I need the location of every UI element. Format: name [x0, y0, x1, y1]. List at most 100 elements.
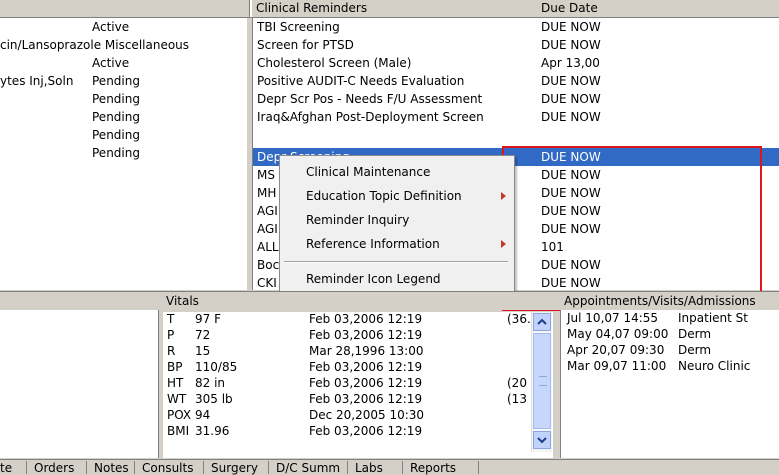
tab-orders[interactable]: Orders: [34, 462, 74, 474]
appointment-location: Derm: [678, 327, 712, 341]
reminder-row[interactable]: Depr Scr Pos - Needs F/U Assessment DUE …: [253, 90, 779, 108]
reminder-name: CKI: [257, 276, 277, 290]
menu-item-reminder-inquiry[interactable]: Reminder Inquiry: [280, 208, 514, 232]
reminder-row[interactable]: Positive AUDIT-C Needs Evaluation DUE NO…: [253, 72, 779, 90]
tab-divider: [203, 461, 204, 474]
medications-pane[interactable]: Active cin/Lansoprazole Miscellaneous Ac…: [0, 18, 247, 290]
vital-date: Feb 03,2006 12:19: [309, 328, 423, 342]
vital-value: 31.96: [195, 424, 230, 438]
menu-item-label: Reminder Icon Legend: [306, 272, 441, 286]
med-row[interactable]: Pending: [0, 108, 247, 126]
reminder-due: DUE NOW: [541, 20, 601, 34]
reminder-due: DUE NOW: [541, 74, 601, 88]
reminder-row[interactable]: Cholesterol Screen (Male) Apr 13,00: [253, 54, 779, 72]
appointment-date: Jul 10,07 14:55: [567, 311, 659, 325]
menu-item-clinical-maintenance[interactable]: Clinical Maintenance: [280, 160, 514, 184]
reminder-row[interactable]: Iraq&Afghan Post-Deployment Screen DUE N…: [253, 108, 779, 126]
vital-value: 305 lb: [195, 392, 233, 406]
reminder-name: AGI: [257, 204, 278, 218]
scroll-up-button[interactable]: [533, 313, 551, 331]
vitals-row[interactable]: P 72 Feb 03,2006 12:19: [163, 327, 529, 343]
reminder-name: Iraq&Afghan Post-Deployment Screen: [257, 110, 484, 124]
vital-code: T: [167, 312, 175, 326]
vital-code: POX: [167, 408, 192, 422]
tab-dc-summ[interactable]: D/C Summ: [276, 462, 340, 474]
submenu-arrow-icon: [501, 240, 506, 248]
med-row[interactable]: Active: [0, 54, 247, 72]
reminders-header-due[interactable]: Due Date: [541, 0, 598, 17]
menu-item-reference-information[interactable]: Reference Information: [280, 232, 514, 256]
tab-divider: [347, 461, 348, 474]
med-status: Pending: [92, 92, 140, 106]
scroll-down-button[interactable]: [533, 431, 551, 449]
vital-date: Dec 20,2005 10:30: [309, 408, 425, 422]
med-row[interactable]: Pending: [0, 126, 247, 144]
appointment-row[interactable]: May 04,07 09:00 Derm: [561, 326, 779, 342]
vital-value: 97 F: [195, 312, 221, 326]
vitals-row[interactable]: POX 94 Dec 20,2005 10:30: [163, 407, 529, 423]
tab-surgery[interactable]: Surgery: [211, 462, 258, 474]
appointment-date: May 04,07 09:00: [567, 327, 669, 341]
tab-consults[interactable]: Consults: [142, 462, 193, 474]
vital-value: 82 in: [195, 376, 226, 390]
tab-divider: [478, 461, 479, 474]
appointments-header[interactable]: Appointments/Visits/Admissions: [564, 293, 756, 310]
vital-value: 15: [195, 344, 211, 358]
reminder-context-menu[interactable]: Clinical Maintenance Education Topic Def…: [279, 155, 515, 297]
reminder-due: DUE NOW: [541, 110, 601, 124]
med-row[interactable]: ytes Inj,Soln Pending: [0, 72, 247, 90]
menu-item-education-topic[interactable]: Education Topic Definition: [280, 184, 514, 208]
vitals-row[interactable]: BP 110/85 Feb 03,2006 12:19: [163, 359, 529, 375]
vital-extra: (13: [507, 392, 527, 406]
reminder-row[interactable]: Screen for PTSD DUE NOW: [253, 36, 779, 54]
menu-item-label: Clinical Maintenance: [306, 165, 431, 179]
med-name: cin/Lansoprazole Miscellaneous: [0, 38, 190, 52]
appointment-location: Inpatient St: [678, 311, 748, 325]
appointment-row[interactable]: Jul 10,07 14:55 Inpatient St: [561, 310, 779, 326]
tab-labs[interactable]: Labs: [355, 462, 383, 474]
vital-date: Feb 03,2006 12:19: [309, 360, 423, 374]
menu-item-reminder-icon-legend[interactable]: Reminder Icon Legend: [280, 267, 514, 291]
appointment-date: Mar 09,07 11:00: [567, 359, 667, 373]
reminders-header-title[interactable]: Clinical Reminders: [256, 0, 367, 17]
vitals-header[interactable]: Vitals: [166, 293, 199, 310]
reminder-row[interactable]: TBI Screening DUE NOW: [253, 18, 779, 36]
appointment-location: Neuro Clinic: [678, 359, 751, 373]
vitals-row[interactable]: BMI 31.96 Feb 03,2006 12:19: [163, 423, 529, 439]
med-status: Pending: [92, 74, 140, 88]
highlight-annotation-box: [502, 146, 762, 311]
scroll-thumb[interactable]: [533, 333, 551, 429]
med-row[interactable]: Pending: [0, 90, 247, 108]
vitals-row[interactable]: HT 82 in Feb 03,2006 12:19 (20: [163, 375, 529, 391]
vitals-row[interactable]: WT 305 lb Feb 03,2006 12:19 (13: [163, 391, 529, 407]
vitals-row[interactable]: T 97 F Feb 03,2006 12:19 (36.: [163, 312, 531, 327]
tab-reports[interactable]: Reports: [410, 462, 456, 474]
vital-code: BP: [167, 360, 183, 374]
reminder-due: DUE NOW: [541, 92, 601, 106]
lower-left-pane[interactable]: [0, 310, 159, 458]
med-status: Active: [92, 56, 130, 70]
vital-date: Feb 03,2006 12:19: [309, 376, 423, 390]
med-status: Pending: [92, 128, 140, 142]
appointments-pane[interactable]: Jul 10,07 14:55 Inpatient St May 04,07 0…: [560, 310, 779, 458]
tab-divider: [268, 461, 269, 474]
tab-partial[interactable]: te: [0, 462, 12, 474]
submenu-arrow-icon: [501, 192, 506, 200]
vital-date: Feb 03,2006 12:19: [309, 424, 423, 438]
vital-code: R: [167, 344, 176, 358]
vitals-pane[interactable]: T 97 F Feb 03,2006 12:19 (36. P 72 Feb 0…: [163, 312, 553, 458]
med-status: Pending: [92, 110, 140, 124]
tab-notes[interactable]: Notes: [94, 462, 129, 474]
med-row[interactable]: Active: [0, 18, 247, 36]
med-row[interactable]: Pending: [0, 144, 247, 162]
appointment-row[interactable]: Apr 20,07 09:30 Derm: [561, 342, 779, 358]
med-row[interactable]: cin/Lansoprazole Miscellaneous: [0, 36, 247, 54]
reminder-name: MS: [257, 168, 275, 182]
appointment-row[interactable]: Mar 09,07 11:00 Neuro Clinic: [561, 358, 779, 374]
tab-divider: [26, 461, 27, 474]
menu-item-label: Reference Information: [306, 237, 440, 251]
vitals-row[interactable]: R 15 Mar 28,1996 13:00: [163, 343, 529, 359]
reminders-column-divider[interactable]: [249, 0, 252, 17]
menu-item-label: Reminder Inquiry: [306, 213, 410, 227]
vitals-scrollbar[interactable]: [531, 312, 552, 452]
